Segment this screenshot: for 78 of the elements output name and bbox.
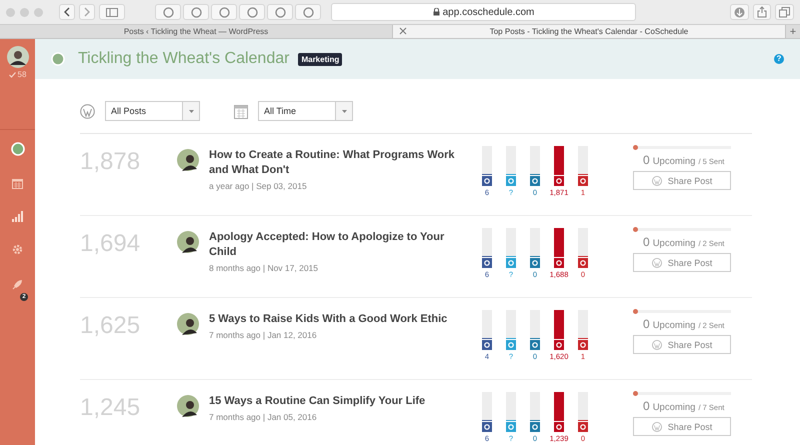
task-count: 58	[18, 70, 26, 79]
address-bar[interactable]: app.coschedule.com	[331, 3, 636, 21]
calendar-tag: Marketing	[298, 52, 342, 66]
calendar-icon	[234, 104, 248, 118]
status-icon	[51, 52, 65, 66]
sidebar-toggle-icon[interactable]	[99, 4, 125, 20]
share-bar	[482, 392, 492, 421]
share-bar	[578, 146, 588, 175]
share-bar	[506, 310, 516, 339]
upcoming-count: 0	[643, 235, 650, 249]
back-icon[interactable]	[59, 4, 75, 20]
wordpress-icon	[652, 340, 662, 350]
share-bar	[578, 310, 588, 339]
share-bar	[530, 146, 540, 175]
bar-chart-icon[interactable]	[12, 211, 23, 222]
upcoming-label: Upcoming	[652, 238, 696, 249]
browser-tab[interactable]: Top Posts - Tickling the Wheat's Calendar - CoSchedule	[393, 25, 786, 38]
filter-dropdown[interactable]: All Posts	[105, 101, 200, 121]
filter-dropdown[interactable]: All Time	[258, 101, 353, 121]
upcoming-label: Upcoming	[652, 320, 696, 331]
share-bar	[482, 228, 492, 257]
upcoming-count: 0	[643, 399, 650, 413]
extension-icon[interactable]	[239, 4, 265, 20]
calendar-icon[interactable]	[12, 178, 23, 189]
share-post-button[interactable]: Share Post	[633, 253, 731, 272]
upcoming-label: Upcoming	[652, 402, 696, 413]
caret-icon	[342, 110, 346, 112]
wordpress-icon	[652, 422, 662, 432]
share-bar	[578, 228, 588, 257]
share-icon[interactable]	[753, 4, 771, 20]
share-bar	[506, 228, 516, 257]
share-bar	[554, 392, 564, 421]
close-icon[interactable]	[399, 27, 407, 35]
share-bar	[482, 146, 492, 175]
share-bar	[506, 146, 516, 175]
share-bar	[578, 392, 588, 421]
extension-icon[interactable]	[183, 4, 209, 20]
share-bar	[530, 310, 540, 339]
extension-icon[interactable]	[267, 4, 293, 20]
share-bar	[554, 228, 564, 257]
caret-icon	[188, 110, 194, 112]
status-icon[interactable]	[10, 142, 24, 156]
extension-icon[interactable]	[211, 4, 237, 20]
wordpress-icon	[652, 258, 662, 268]
author-avatar	[177, 231, 199, 253]
share-post-button[interactable]: Share Post	[633, 417, 731, 436]
wordpress-icon	[80, 104, 95, 118]
post-title[interactable]: 15 Ways a Routine Can Simplify Your Life	[209, 394, 471, 409]
calendar-title: Tickling the Wheat's Calendar	[78, 50, 290, 68]
upcoming-label: Upcoming	[652, 156, 696, 167]
post-date: 7 months ago | Jan 12, 2016	[209, 330, 318, 340]
author-avatar	[177, 395, 199, 417]
post-date: a year ago | Sep 03, 2015	[209, 181, 308, 191]
share-bar	[554, 310, 564, 339]
share-post-button[interactable]: Share Post	[633, 171, 731, 190]
post-title[interactable]: How to Create a Routine: What Programs Work and What Don't	[209, 148, 471, 178]
share-bar	[530, 392, 540, 421]
upcoming-count: 0	[643, 317, 650, 331]
share-bar	[530, 228, 540, 257]
share-bar	[482, 310, 492, 339]
share-bar	[506, 392, 516, 421]
extension-icon[interactable]	[155, 4, 181, 20]
tabs-icon[interactable]	[775, 4, 794, 20]
post-title[interactable]: Apology Accepted: How to Apologize to Your Child	[209, 230, 471, 260]
post-date: 7 months ago | Jan 05, 2016	[209, 412, 318, 422]
share-post-button[interactable]: Share Post	[633, 335, 731, 354]
settings-icon[interactable]	[12, 244, 23, 255]
author-avatar	[177, 149, 199, 171]
extension-icon[interactable]	[295, 4, 321, 20]
avatar[interactable]	[6, 46, 28, 68]
upcoming-count: 0	[643, 153, 650, 167]
check-icon	[8, 72, 16, 78]
post-title[interactable]: 5 Ways to Raise Kids With a Good Work Ethic	[209, 312, 471, 327]
share-bar	[554, 146, 564, 175]
wordpress-icon	[652, 176, 662, 186]
download-icon[interactable]	[730, 4, 749, 20]
post-date: 8 months ago | Nov 17, 2015	[209, 263, 320, 273]
author-avatar	[177, 313, 199, 335]
